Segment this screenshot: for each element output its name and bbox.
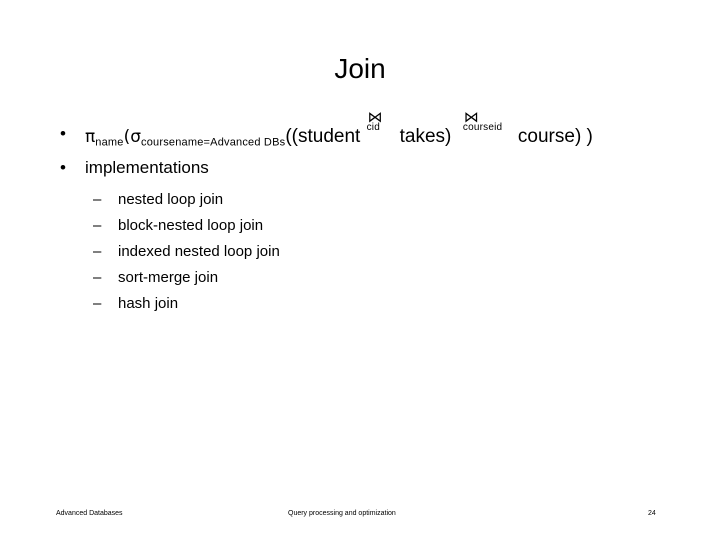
slide: Join • πname(σcoursename=Advanced DBs((s… [0,0,720,540]
bullet-label: implementations [85,158,209,177]
list-item: – sort-merge join [93,265,688,291]
list-item: – nested loop join [93,187,688,213]
relational-algebra-formula: πname(σcoursename=Advanced DBs((student … [85,110,593,155]
list-item: – indexed nested loop join [93,239,688,265]
pi-symbol: π [85,127,96,147]
open-parens: (( [285,126,298,147]
join-operator-cid: ⋈ cid [366,110,400,142]
dash-marker: – [93,243,102,260]
bullet-item-formula: • πname(σcoursename=Advanced DBs((studen… [48,110,688,155]
relation-student: student [297,126,361,147]
bullet-item-implementations: • implementations [48,156,688,180]
list-item-label: indexed nested loop join [118,243,280,260]
join-subscript-cid: cid [366,122,380,133]
pi-subscript: name [95,136,124,149]
close-parens: ) ) [574,126,593,147]
bullet-marker: • [60,158,66,177]
page-title: Join [334,53,386,84]
list-item-label: sort-merge join [118,269,219,286]
list-item: – block-nested loop join [93,213,688,239]
sigma-symbol: σ [130,127,141,147]
list-item-label: block-nested loop join [118,217,264,234]
list-item-label: nested loop join [118,191,224,208]
relation-course: course [517,126,575,147]
implementation-list: – nested loop join – block-nested loop j… [48,187,688,317]
footer-topic: Query processing and optimization [288,510,396,517]
dash-marker: – [93,217,102,234]
dash-marker: – [93,191,102,208]
relation-takes: takes [399,126,446,147]
sigma-subscript: coursename=Advanced DBs [141,136,286,149]
slide-body: • πname(σcoursename=Advanced DBs((studen… [48,110,688,317]
list-item-label: hash join [118,295,179,312]
footer-page-number: 24 [648,510,656,517]
list-item: – hash join [93,291,688,317]
join-subscript-courseid: courseid [462,122,503,133]
footer-course-name: Advanced Databases [56,510,123,517]
dash-marker: – [93,295,102,312]
bullet-marker: • [60,124,66,143]
slide-footer: Advanced Databases Query processing and … [0,506,720,522]
dash-marker: – [93,269,102,286]
join-operator-courseid: ⋈ courseid [462,110,518,142]
